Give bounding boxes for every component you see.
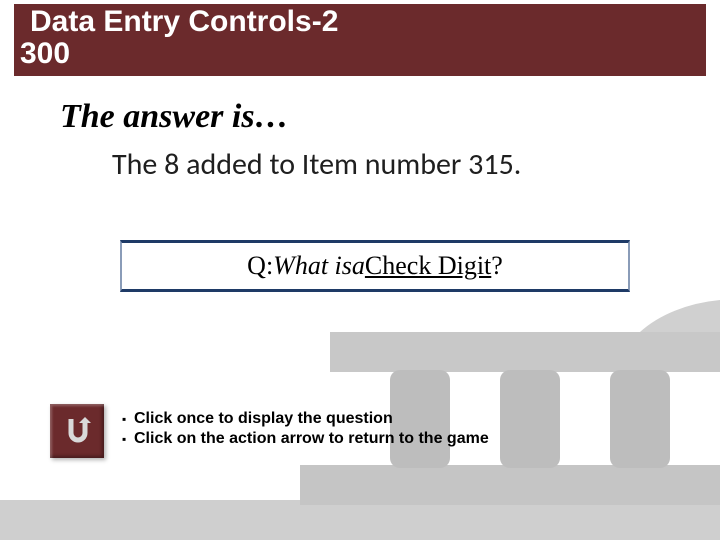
instruction-item: ▪ Click on the action arrow to return to… — [122, 430, 489, 448]
return-u-arrow-icon — [57, 411, 97, 451]
question-box[interactable]: Q: What is a Check Digit ? — [120, 240, 630, 292]
clue-text: The 8 added to Item number 315. — [112, 146, 680, 183]
instruction-item: ▪ Click once to display the question — [122, 410, 489, 428]
question-tail: ? — [491, 251, 503, 281]
points-label: 300 — [20, 38, 700, 70]
question-between: a — [352, 251, 365, 281]
square-bullet-icon: ▪ — [122, 430, 134, 448]
question-term: Check Digit — [365, 251, 491, 281]
question-prefix: Q: — [247, 251, 273, 281]
question-what: What is — [273, 251, 352, 281]
instruction-text: Click on the action arrow to return to t… — [134, 430, 489, 448]
instruction-text: Click once to display the question — [134, 410, 393, 428]
title-bar: Data Entry Controls-2 300 — [14, 4, 706, 76]
answer-is-heading: The answer is… — [60, 98, 289, 136]
return-button[interactable] — [50, 404, 104, 458]
square-bullet-icon: ▪ — [122, 410, 134, 428]
instructions: ▪ Click once to display the question ▪ C… — [122, 410, 489, 450]
category-label: Data Entry Controls-2 — [20, 6, 700, 38]
slide-root: Data Entry Controls-2 300 The answer is…… — [0, 0, 720, 540]
